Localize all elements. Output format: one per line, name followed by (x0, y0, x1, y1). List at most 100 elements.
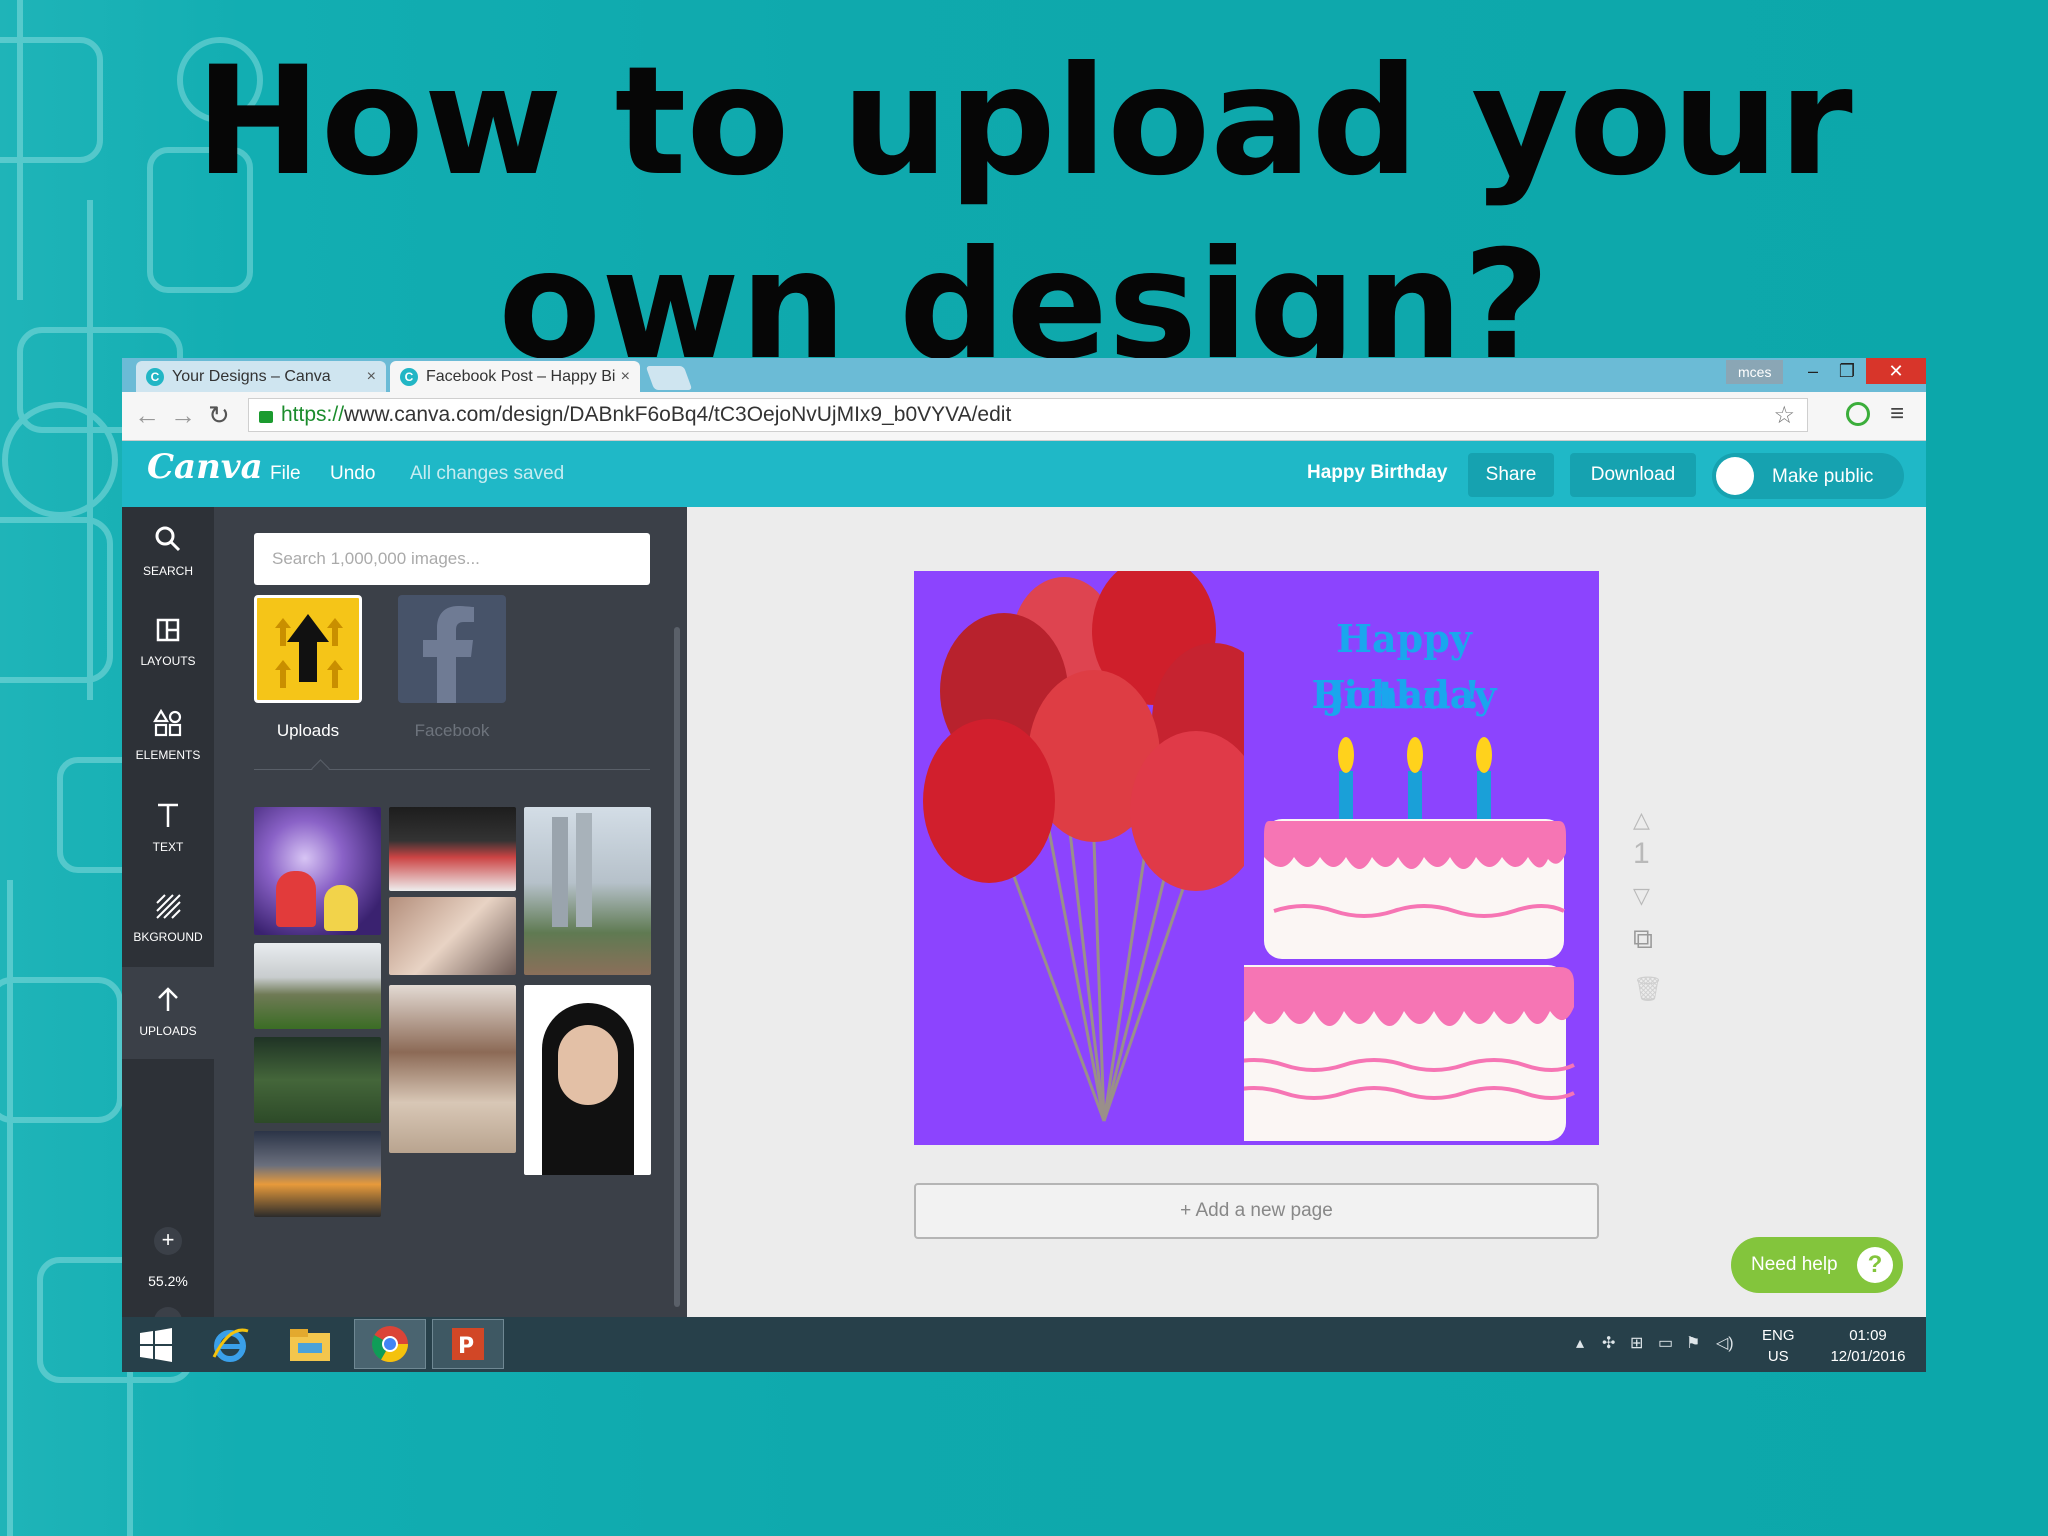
tab-facebook-post[interactable]: C Facebook Post – Happy Bi × (390, 361, 640, 392)
rail-item-uploads[interactable]: UPLOADS (122, 967, 214, 1059)
browser-tab-strip: C Your Designs – Canva × C Facebook Post… (122, 358, 1926, 392)
rail-item-background[interactable]: BKGROUND (122, 875, 214, 967)
download-button[interactable]: Download (1570, 453, 1696, 497)
rail-item-text[interactable]: TEXT (122, 783, 214, 875)
undo-button[interactable]: Undo (330, 463, 375, 485)
upload-thumbnail-towers[interactable] (524, 807, 651, 975)
upload-thumbnail-party[interactable] (389, 897, 516, 975)
text-icon (122, 801, 214, 834)
file-menu[interactable]: File (270, 463, 301, 485)
rail-label: TEXT (152, 840, 184, 854)
source-facebook-label: Facebook (414, 721, 490, 740)
browser-menu-icon[interactable]: ≡ (1890, 400, 1904, 428)
close-window-icon[interactable]: ✕ (1866, 358, 1926, 384)
show-hidden-icons[interactable]: ▴ (1576, 1333, 1584, 1353)
image-search-input[interactable] (254, 533, 650, 585)
uploads-panel: Uploads Facebook i (214, 507, 687, 1317)
language-region: US (1767, 1348, 1789, 1365)
add-page-button[interactable]: + Add a new page (914, 1183, 1599, 1239)
forward-icon[interactable]: → (170, 400, 196, 431)
upload-thumbnail-selfie[interactable]: i (524, 985, 651, 1175)
copy-page-icon[interactable]: ⧉ (1633, 923, 1653, 956)
panel-scrollbar[interactable] (674, 627, 680, 1307)
clock-date: 12/01/2016 (1830, 1348, 1906, 1365)
need-help-label: Need help (1751, 1254, 1838, 1275)
url-text: www.canva.com/design/DABnkF6oBq4/tC3Oejo… (344, 403, 1012, 426)
help-icon: ? (1857, 1247, 1893, 1283)
upload-thumbnail-portrait[interactable] (389, 985, 516, 1153)
delete-page-icon[interactable]: 🗑 (1633, 975, 1663, 1004)
rail-label: SEARCH (142, 564, 193, 578)
bookmark-star-icon[interactable]: ☆ (1773, 401, 1795, 430)
save-status: All changes saved (410, 463, 565, 484)
toggle-knob (1716, 457, 1754, 495)
canvas-workarea: Happy Birthday Johan ! △ 1 ▽ ⧉ 🗑 + Add a… (687, 507, 1926, 1317)
rail-item-elements[interactable]: ELEMENTS (122, 691, 214, 783)
info-icon[interactable]: i (534, 1153, 538, 1171)
layouts-icon (122, 617, 214, 648)
rail-item-search[interactable]: SEARCH (122, 507, 214, 599)
selected-caret (311, 759, 330, 778)
browser-screenshot: C Your Designs – Canva × C Facebook Post… (122, 358, 1926, 1372)
internet-explorer-icon[interactable] (206, 1323, 254, 1367)
volume-tray-icon[interactable]: ◁) (1716, 1333, 1734, 1353)
cake-graphic (1244, 737, 1575, 1141)
facebook-icon (423, 606, 474, 703)
rail-label: UPLOADS (139, 1024, 197, 1038)
tab-close-icon[interactable]: × (367, 368, 376, 386)
upload-thumbnail-sunset[interactable] (254, 1131, 381, 1217)
back-icon[interactable]: ← (134, 400, 160, 431)
rail-item-layouts[interactable]: LAYOUTS (122, 599, 214, 691)
new-tab-button[interactable] (645, 366, 693, 390)
network-tray-icon[interactable]: ▭ (1658, 1333, 1673, 1353)
rail-label: ELEMENTS (135, 748, 201, 762)
upload-thumbnail-group[interactable] (389, 807, 516, 891)
left-rail: SEARCH LAYOUTS ELEMENTS TEXT BKGROUND UP… (122, 507, 214, 1335)
tab-label: Facebook Post – Happy Bi (426, 367, 615, 385)
make-public-label: Make public (1772, 466, 1874, 487)
rail-label: BKGROUND (133, 930, 203, 944)
upload-thumbnail-galaxy[interactable] (254, 807, 381, 935)
flag-tray-icon[interactable]: ⚑ (1686, 1333, 1700, 1353)
canva-favicon-icon: C (146, 367, 164, 386)
design-name[interactable]: Happy Birthday (1307, 462, 1447, 484)
restore-icon[interactable]: ❐ (1830, 358, 1864, 384)
tab-close-icon[interactable]: × (621, 368, 630, 386)
dropbox-tray-icon[interactable]: ✣ (1602, 1333, 1615, 1353)
page-down-icon[interactable]: ▽ (1633, 883, 1650, 909)
upload-thumbnail-castle[interactable] (254, 943, 381, 1029)
url-field[interactable]: https:// www.canva.com/design/DABnkF6oBq… (248, 398, 1808, 432)
language-indicator[interactable]: ENG US (1762, 1325, 1795, 1367)
svg-text:P: P (458, 1334, 474, 1359)
design-canvas[interactable]: Happy Birthday Johan ! (914, 571, 1599, 1145)
window-user-badge[interactable]: mces (1726, 360, 1784, 384)
source-uploads[interactable] (254, 595, 362, 703)
zoom-level: 55.2% (148, 1273, 188, 1289)
need-help-button[interactable]: Need help ? (1731, 1237, 1903, 1293)
canva-logo[interactable]: Canva (147, 447, 263, 487)
zoom-in-button[interactable]: + (154, 1227, 182, 1255)
powerpoint-taskbar-icon[interactable]: P (432, 1319, 504, 1369)
rail-label: LAYOUTS (140, 654, 196, 668)
extension-icon[interactable] (1846, 402, 1870, 426)
windows-tray-icon[interactable]: ⊞ (1630, 1333, 1643, 1353)
clock-time: 01:09 (1849, 1327, 1887, 1344)
windows-start-icon[interactable] (132, 1323, 180, 1367)
search-icon (122, 525, 214, 558)
tab-label: Your Designs – Canva (172, 367, 331, 385)
page-up-icon[interactable]: △ (1633, 807, 1650, 833)
tab-your-designs[interactable]: C Your Designs – Canva × (136, 361, 386, 392)
chrome-taskbar-icon[interactable] (354, 1319, 426, 1369)
url-scheme: https:// (281, 403, 345, 426)
file-explorer-icon[interactable] (286, 1323, 334, 1367)
system-clock[interactable]: 01:09 12/01/2016 (1826, 1325, 1910, 1367)
reload-icon[interactable]: ↻ (208, 400, 230, 431)
lock-icon (259, 411, 273, 423)
share-button[interactable]: Share (1468, 453, 1554, 497)
minimize-icon[interactable]: – (1796, 358, 1830, 384)
design-text-line2[interactable]: Johan ! (1244, 667, 1564, 723)
source-facebook[interactable] (398, 595, 506, 703)
make-public-toggle[interactable]: Make public (1712, 453, 1904, 499)
background-icon (122, 893, 214, 924)
upload-thumbnail-field[interactable] (254, 1037, 381, 1123)
